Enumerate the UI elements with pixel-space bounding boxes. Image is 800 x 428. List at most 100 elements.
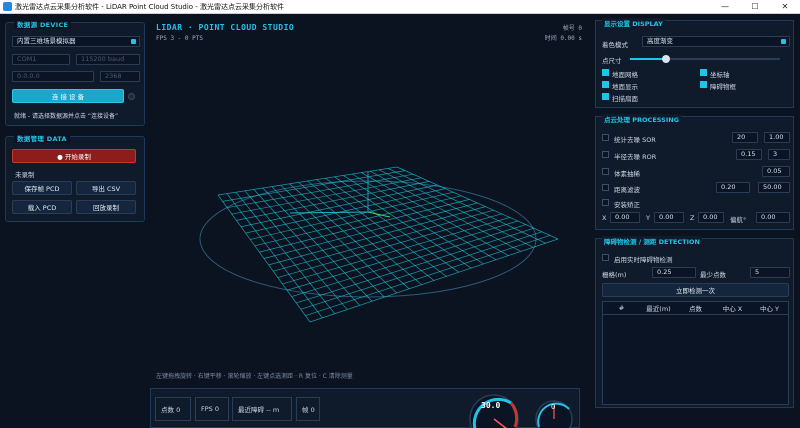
offset-z-input[interactable]: 0.00 [698,212,724,223]
color-mode-value: 高度渐变 [647,37,673,45]
device-panel-title: 数据源 DEVICE [14,19,72,29]
grid-size-label: 栅格(m) [602,271,627,279]
detection-panel-title: 障碍物检测 / 测距 DETECTION [602,236,702,246]
fps-readout: FPS 0 [195,397,229,421]
device-status-hint: 就绪 - 请选择数据源并点击 “连接设备” [14,113,119,120]
column-header: 中心 X [722,305,743,313]
minimize-button[interactable]: — [710,0,740,14]
show-grid-checkbox[interactable] [602,69,609,76]
obstacle-table-header: # 最近(m) 点数 中心 X 中心 Y [602,301,789,315]
window-titlebar: 激光雷达点云采集分析软件 - LiDAR Point Cloud Studio … [0,0,800,14]
ror-radius-input[interactable]: 0.15 [736,149,762,160]
show-axes-label: 坐标轴 [710,71,730,79]
connect-device-button[interactable]: 连 接 设 备 [12,89,124,103]
voxel-checkbox[interactable] [602,168,609,175]
column-header: 最近(m) [646,305,671,313]
nearest-obstacle: 最近障碍 -- m [232,397,292,421]
show-ground-checkbox[interactable] [602,81,609,88]
column-header: 点数 [689,305,702,313]
show-obstacle-box-checkbox[interactable] [700,81,707,88]
grid-line [289,211,369,214]
column-header: 中心 Y [759,305,780,313]
secondary-gauge-value: 0 [551,403,556,411]
detection-panel: 障碍物检测 / 测距 DETECTION 启用实时障碍物检测 栅格(m) 0.2… [595,236,794,408]
range-max-input[interactable]: 50.00 [758,182,790,193]
serial-port-select[interactable]: COM1 [12,54,70,65]
grid-size-input[interactable]: 0.25 [652,267,696,278]
min-points-label: 最少点数 [700,271,726,279]
show-grid-label: 地面网格 [612,71,638,79]
chevron-down-icon [131,39,136,44]
export-csv-button[interactable]: 导出 CSV [76,181,136,195]
grid-line [305,235,551,316]
baud-rate-select[interactable]: 115200 baud [76,54,140,65]
ror-count-input[interactable]: 3 [768,149,790,160]
offset-x-input[interactable]: 0.00 [610,212,640,223]
frame-counter: 帧 0 [296,397,320,421]
point-count: 点数 0 [155,397,191,421]
ror-checkbox[interactable] [602,151,609,158]
color-mode-select[interactable]: 高度渐变 [642,36,790,47]
show-ground-label: 地面显示 [612,83,638,91]
offset-z-label: Z [690,214,695,222]
realtime-detection-label: 启用实时障碍物检测 [614,256,673,264]
yaw-label: 偏航° [730,216,747,224]
source-select[interactable]: 内置三维场景模拟器 [12,36,140,47]
sor-label: 统计去噪 SOR [614,136,656,144]
realtime-detection-checkbox[interactable] [602,254,609,261]
column-header: # [618,304,625,312]
processing-panel-title: 点云处理 PROCESSING [602,114,682,124]
app-icon [3,2,12,11]
processing-panel: 点云处理 PROCESSING 统计去噪 SOR 20 1.00 半径去噪 RO… [595,114,794,230]
yaw-input[interactable]: 0.00 [756,212,790,223]
voxel-size-input[interactable]: 0.05 [762,166,790,177]
show-axes-checkbox[interactable] [700,69,707,76]
ror-label: 半径去噪 ROR [614,153,657,161]
sor-checkbox[interactable] [602,134,609,141]
show-scan-ring-checkbox[interactable] [602,93,609,100]
playback-button[interactable]: 回放录制 [76,200,136,214]
connection-status-indicator [128,93,135,100]
range-filter-label: 距离滤波 [614,186,640,194]
sor-std-input[interactable]: 1.00 [764,132,790,143]
status-bar: 点数 0 FPS 0 最近障碍 -- m 帧 0 30.0 0 [150,388,580,428]
point-size-slider-fill [630,58,666,60]
close-button[interactable]: ✕ [770,0,800,14]
data-panel-title: 数据管理 DATA [14,133,70,143]
ip-address-input[interactable]: 0.0.0.0 [12,71,94,82]
min-points-input[interactable]: 5 [750,267,790,278]
display-panel-title: 显示设置 DISPLAY [602,18,665,28]
offset-x-label: X [602,214,607,222]
mount-correction-label: 安装矫正 [614,201,640,209]
recording-status: 未录制 [15,171,35,179]
sor-k-input[interactable]: 20 [732,132,758,143]
range-filter-checkbox[interactable] [602,184,609,191]
chevron-down-icon [781,39,786,44]
load-pcd-button[interactable]: 载入 PCD [12,200,72,214]
maximize-button[interactable]: ☐ [740,0,770,14]
source-select-value: 内置三维场景模拟器 [17,37,76,45]
ground-grid [199,166,559,323]
device-panel: 数据源 DEVICE 内置三维场景模拟器 COM1 115200 baud 0.… [5,19,145,126]
mount-correction-checkbox[interactable] [602,199,609,206]
voxel-label: 体素抽稀 [614,170,640,178]
range-min-input[interactable]: 0.20 [716,182,750,193]
speed-gauge-value: 30.0 [481,401,501,410]
offset-y-input[interactable]: 0.00 [654,212,684,223]
save-frame-pcd-button[interactable]: 保存帧 PCD [12,181,72,195]
data-panel: 数据管理 DATA ● 开始录制 未录制 保存帧 PCD 导出 CSV 载入 P… [5,133,145,222]
offset-y-label: Y [646,214,650,222]
display-panel: 显示设置 DISPLAY 着色模式 高度渐变 点尺寸 地面网格 坐标轴 地面显示… [595,18,794,108]
viewport-controls-hint: 左键拖拽旋转 · 右键平移 · 滚轮缩放 · 左键点选测距 · R 复位 · C… [156,373,353,380]
grid-line [296,227,534,304]
ip-port-input[interactable]: 2368 [100,71,140,82]
window-title: 激光雷达点云采集分析软件 - LiDAR Point Cloud Studio … [15,2,285,11]
point-cloud-viewport[interactable]: LIDAR · POINT CLOUD STUDIO FPS 3 - 0 PTS… [150,17,590,385]
start-recording-button[interactable]: ● 开始录制 [12,149,136,163]
show-obstacle-box-label: 障碍物框 [710,83,736,91]
detect-once-button[interactable]: 立即检测一次 [602,283,789,297]
grid-line [309,238,559,323]
point-size-slider-thumb[interactable] [662,55,670,63]
point-size-label: 点尺寸 [602,57,622,65]
obstacle-table-body[interactable] [602,315,789,405]
